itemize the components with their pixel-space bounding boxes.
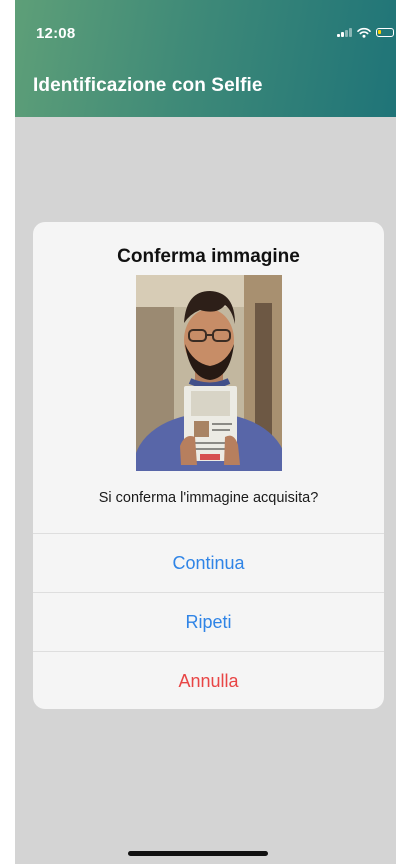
status-time: 12:08 — [36, 25, 76, 42]
battery-icon — [376, 27, 394, 37]
app-screen: 12:08 Identificazione con Selfie Conferm… — [15, 0, 396, 864]
continue-button[interactable]: Continua — [33, 534, 384, 592]
page-title: Identificazione con Selfie — [33, 75, 263, 96]
home-indicator[interactable] — [128, 851, 268, 856]
app-header: 12:08 Identificazione con Selfie — [15, 0, 396, 117]
confirm-image-dialog: Conferma immagine Si conferma l'immagine… — [33, 222, 384, 709]
dialog-title: Conferma immagine — [117, 246, 300, 267]
phone-screen: 12:08 Identificazione con Selfie Conferm… — [0, 0, 396, 864]
repeat-button[interactable]: Ripeti — [33, 593, 384, 651]
captured-selfie-photo — [136, 275, 282, 471]
status-bar: 12:08 — [15, 0, 396, 44]
dialog-message: Si conferma l'immagine acquisita? — [98, 490, 319, 506]
wifi-icon — [357, 27, 371, 38]
selfie-image — [136, 275, 282, 471]
status-icons — [337, 25, 394, 39]
signal-icon — [337, 27, 352, 37]
cancel-button[interactable]: Annulla — [33, 652, 384, 709]
